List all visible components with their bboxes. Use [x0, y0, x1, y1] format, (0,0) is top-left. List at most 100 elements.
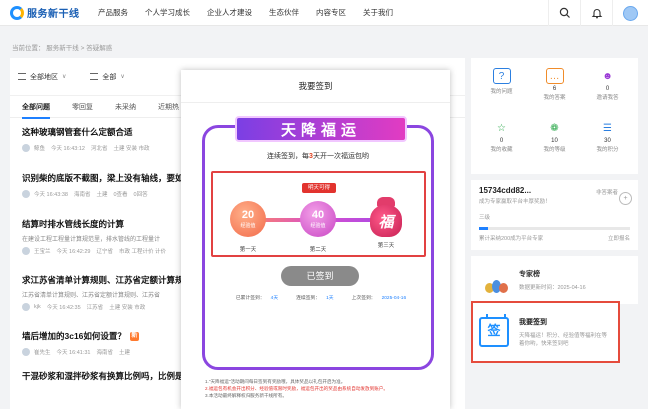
search-icon[interactable]	[548, 0, 580, 26]
question-time: 今天 16:42:35	[46, 305, 81, 311]
reward-day-3: 福 第三天	[367, 197, 405, 249]
tomorrow-badge: 明天可得	[302, 183, 336, 193]
nav-item-partners[interactable]: 生态伙伴	[269, 7, 299, 18]
stat-my-questions[interactable]: ? 我的问题	[475, 64, 528, 116]
sign-in-modal: 我要签到 天降福运 连续签到，每3天开一次福运包哟 明天可得 20 经验值 第一…	[181, 70, 450, 409]
tab-zero-reply[interactable]: 零回复	[72, 102, 93, 112]
stat-last-label: 上次签到：	[351, 296, 376, 301]
stat-favorites[interactable]: ☆ 0 我的收藏	[475, 116, 528, 168]
nav-item-enterprise[interactable]: 企业人才建设	[207, 7, 252, 18]
question-user: 崔先生	[34, 350, 51, 356]
area-filter-label: 全部地区	[30, 73, 58, 81]
star-icon: ☆	[497, 122, 506, 134]
user-stats-grid: ? 我的问题 … 6 我的答案 ☻ 0 邀请我答 ☆ 0 我的收藏 ❁ 10 我…	[471, 58, 638, 174]
avatar	[22, 247, 30, 255]
nav-item-personal[interactable]: 个人学习成长	[145, 7, 190, 18]
stat-total-value: 4天	[270, 296, 279, 301]
avatar	[22, 303, 30, 311]
question-region: 海南省	[96, 350, 113, 356]
stat-last: 上次签到： 2025-04-16	[346, 294, 407, 301]
expert-rank-card[interactable]: 专家榜 数据更新时间：2025-04-16	[471, 256, 638, 304]
stat-my-answers[interactable]: … 6 我的答案	[528, 64, 581, 116]
chevron-down-icon: ∨	[62, 74, 67, 80]
signed-button[interactable]: 已签到	[281, 266, 359, 286]
progress-fill	[479, 227, 489, 230]
lucky-bag-body: 福	[370, 205, 402, 237]
header-actions	[548, 0, 648, 26]
sign-card-title: 我要签到	[519, 318, 547, 326]
question-icon: ?	[492, 68, 511, 84]
stat-num: 0	[605, 86, 610, 92]
stat-continuous: 连续签到： 1天	[290, 294, 333, 301]
stat-label: 我的收藏	[490, 147, 513, 153]
reward-value: 20	[241, 208, 255, 221]
question-user: kjk	[34, 304, 41, 310]
answer-icon: …	[545, 68, 564, 84]
day-label: 第二天	[309, 247, 327, 253]
question-title-text: 墙后增加的3c16如何设置？	[22, 331, 126, 341]
question-views: 0查看	[113, 192, 128, 198]
avatar	[22, 144, 30, 152]
stat-num: 6	[552, 86, 557, 92]
sign-card-desc: 天降福运！积分、经验值等福利在等着你哟，快来签到吧	[519, 332, 608, 347]
stat-label: 我的等级	[543, 147, 566, 153]
breadcrumb: 当前位置： 服务新干线 > 答疑解惑	[12, 45, 113, 52]
question-tags: 土建	[118, 350, 130, 356]
area-filter[interactable]: 全部地区 ∨	[18, 72, 66, 82]
signup-link[interactable]: 立即报名	[608, 234, 630, 242]
plus-icon[interactable]: +	[619, 192, 632, 205]
stat-invite[interactable]: ☻ 0 邀请我答	[581, 64, 634, 116]
avatar	[22, 348, 30, 356]
reward-coin: 40 经验值	[300, 201, 336, 237]
sign-subtitle: 连续签到，每3天开一次福运包哟	[205, 151, 431, 161]
sign-subtitle-post: 天开一次福运包哟	[312, 153, 369, 160]
stat-total-label: 已累计签到：	[235, 296, 265, 301]
stat-continuous-value: 1天	[326, 296, 334, 301]
stat-label: 邀请我答	[596, 95, 619, 101]
rule-3: 3.本活动最终解释权归服务新干线所有。	[205, 393, 287, 398]
medal-icon	[481, 267, 511, 293]
question-time: 今天 16:41:31	[56, 350, 91, 356]
question-region: 海南省	[73, 192, 91, 198]
avatar-icon	[623, 5, 638, 21]
chevron-down-icon: ∨	[120, 74, 125, 80]
stat-num: 30	[604, 138, 611, 144]
nav-item-content[interactable]: 内容专区	[316, 7, 346, 18]
progress-text: 累计采纳200成为平台专家	[479, 236, 544, 242]
calendar-icon: 签	[479, 314, 509, 347]
nav-item-products[interactable]: 产品服务	[98, 7, 128, 18]
question-region: 河北省	[90, 146, 108, 152]
sign-stats: 已累计签到： 4天 连续签到： 1天 上次签到： 2025-04-16	[205, 294, 431, 301]
sign-in-panel: 天降福运 连续签到，每3天开一次福运包哟 明天可得 20 经验值 第一天 40 …	[202, 116, 434, 370]
day-label: 第一天	[239, 247, 257, 253]
sign-in-card[interactable]: 签 我要签到 天降福运！积分、经验值等福利在等着你哟，快来签到吧	[471, 301, 620, 363]
user-avatar[interactable]	[612, 0, 648, 26]
question-region: 江苏省	[86, 305, 104, 311]
category-icon	[90, 73, 99, 80]
tab-recent[interactable]: 近期热	[158, 102, 179, 112]
reward-day-1: 20 经验值 第一天	[229, 201, 267, 253]
bell-icon[interactable]	[580, 0, 612, 26]
stat-total: 已累计签到： 4天	[230, 294, 278, 301]
tab-all[interactable]: 全部问题	[22, 102, 50, 119]
stat-continuous-label: 连续签到：	[296, 296, 321, 301]
right-sidebar: ? 我的问题 … 6 我的答案 ☻ 0 邀请我答 ☆ 0 我的收藏 ❁ 10 我…	[471, 58, 638, 363]
user-profile-card: 15734cdd82... 成为专家赢取平台丰厚奖励！ 非答案者 + 三级 累计…	[471, 180, 638, 250]
category-filter[interactable]: 全部 ∨	[90, 72, 125, 82]
reward-day-2: 40 经验值 第二天	[299, 201, 337, 253]
modal-title: 我要签到	[181, 70, 450, 103]
nav-item-about[interactable]: 关于我们	[363, 7, 393, 18]
progress-bar	[479, 227, 630, 230]
expert-date: 数据更新时间：2025-04-16	[519, 285, 586, 291]
site-logo[interactable]: 服务新干线	[10, 5, 80, 20]
main-nav: 产品服务 个人学习成长 企业人才建设 生态伙伴 内容专区 关于我们	[98, 7, 410, 18]
avatar	[22, 190, 30, 198]
tab-unadopted[interactable]: 未采纳	[115, 102, 136, 112]
reward-unit: 经验值	[240, 222, 256, 229]
question-time: 今天 16:43:12	[51, 146, 85, 152]
sign-banner: 天降福运	[235, 116, 407, 142]
stat-level[interactable]: ❁ 10 我的等级	[528, 116, 581, 168]
stat-points[interactable]: ☰ 30 我的积分	[581, 116, 634, 168]
invite-icon: ☻	[602, 70, 613, 82]
day-label: 第三天	[377, 243, 395, 249]
